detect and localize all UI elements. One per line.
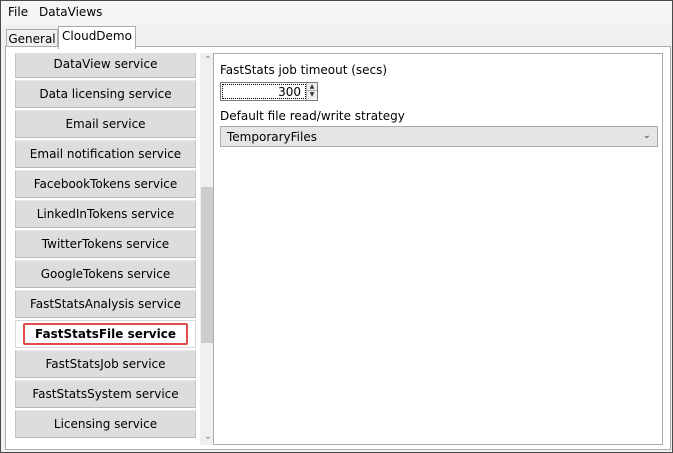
chevron-up-icon[interactable]: ⌃ xyxy=(200,53,213,69)
menu-bar: File DataViews xyxy=(1,1,672,25)
service-list: DataView service Data licensing service … xyxy=(13,53,213,445)
timeout-spinner[interactable]: 300 ▲ ▼ xyxy=(220,82,318,101)
app-window: File DataViews General CloudDemo DataVie… xyxy=(0,0,673,453)
service-item-faststatsanalysis[interactable]: FastStatsAnalysis service xyxy=(15,290,196,318)
service-item-data-licensing[interactable]: Data licensing service xyxy=(15,80,196,108)
service-item-label: GoogleTokens service xyxy=(40,267,171,281)
tab-clouddemo[interactable]: CloudDemo xyxy=(58,26,136,49)
chevron-down-icon[interactable]: ⌄ xyxy=(200,429,213,445)
timeout-label: FastStats job timeout (secs) xyxy=(220,63,388,77)
menu-file[interactable]: File xyxy=(8,5,28,19)
service-item-email-notification[interactable]: Email notification service xyxy=(15,140,196,168)
service-item-faststatsjob[interactable]: FastStatsJob service xyxy=(15,350,196,378)
scrollbar-thumb[interactable] xyxy=(201,187,213,343)
strategy-combobox[interactable]: TemporaryFiles ⌄ xyxy=(220,126,658,147)
service-item-linkedintokens[interactable]: LinkedInTokens service xyxy=(15,200,196,228)
timeout-value: 300 xyxy=(278,85,301,99)
service-item-label: FastStatsJob service xyxy=(45,357,166,371)
strategy-value: TemporaryFiles xyxy=(227,130,317,144)
service-item-label: Licensing service xyxy=(53,417,158,431)
service-item-dataview[interactable]: DataView service xyxy=(15,53,196,78)
service-item-label: Email notification service xyxy=(29,147,182,161)
service-item-googletokens[interactable]: GoogleTokens service xyxy=(15,260,196,288)
service-item-label: Data licensing service xyxy=(39,87,172,101)
spinner-buttons: ▲ ▼ xyxy=(306,83,317,100)
service-item-label: DataView service xyxy=(53,57,158,71)
menu-dataviews[interactable]: DataViews xyxy=(39,5,102,19)
tab-page-clouddemo: DataView service Data licensing service … xyxy=(5,46,671,450)
service-list-scrollbar[interactable]: ⌃ ⌄ xyxy=(200,53,213,445)
service-item-faststatssystem[interactable]: FastStatsSystem service xyxy=(15,380,196,408)
service-item-faststatsfile[interactable]: FastStatsFile service xyxy=(15,320,196,348)
service-item-label: LinkedInTokens service xyxy=(36,207,175,221)
tab-strip: General CloudDemo xyxy=(1,25,672,49)
spin-up-icon[interactable]: ▲ xyxy=(307,83,317,91)
service-item-label: Email service xyxy=(65,117,146,131)
service-settings-panel: FastStats job timeout (secs) 300 ▲ ▼ Def… xyxy=(213,53,663,445)
service-item-licensing[interactable]: Licensing service xyxy=(15,410,196,438)
service-item-label: FacebookTokens service xyxy=(33,177,178,191)
service-item-label: FastStatsFile service xyxy=(23,323,188,345)
service-item-email[interactable]: Email service xyxy=(15,110,196,138)
service-item-label: FastStatsAnalysis service xyxy=(30,297,181,311)
service-item-twittertokens[interactable]: TwitterTokens service xyxy=(15,230,196,258)
chevron-down-icon[interactable]: ⌄ xyxy=(643,130,651,141)
service-item-label: FastStatsSystem service xyxy=(32,387,179,401)
strategy-label: Default file read/write strategy xyxy=(220,109,405,123)
service-item-facebooktokens[interactable]: FacebookTokens service xyxy=(15,170,196,198)
service-item-label: TwitterTokens service xyxy=(41,237,170,251)
timeout-input[interactable]: 300 xyxy=(222,84,306,99)
spin-down-icon[interactable]: ▼ xyxy=(307,91,317,99)
